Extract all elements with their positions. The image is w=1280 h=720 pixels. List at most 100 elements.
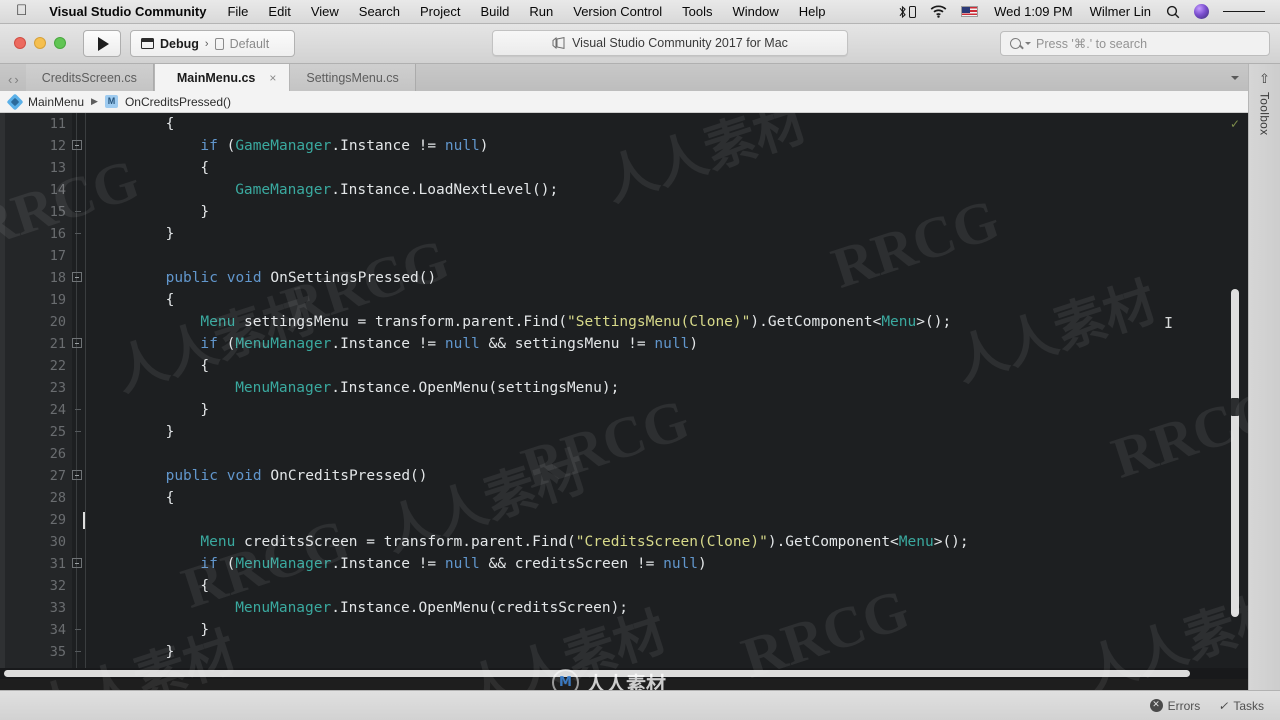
minimize-window-button[interactable] — [34, 37, 46, 49]
tab-settingsmenu[interactable]: SettingsMenu.cs — [290, 64, 416, 91]
user-name[interactable]: Wilmer Lin — [1082, 4, 1159, 19]
code-line[interactable]: 24} — [0, 399, 1248, 421]
apple-logo-icon[interactable]:  — [0, 3, 38, 18]
run-configuration-selector[interactable]: Debug › Default — [130, 30, 295, 57]
method-icon: M — [104, 95, 118, 108]
code-line[interactable]: 11 { — [0, 113, 1248, 135]
code-line[interactable]: 29 — [0, 509, 1248, 531]
code-line[interactable]: 13 { — [0, 157, 1248, 179]
menu-item-edit[interactable]: Edit — [258, 4, 300, 19]
menu-item-version-control[interactable]: Version Control — [563, 4, 672, 19]
code-line[interactable]: 31 if (MenuManager.Instance != null && cr… — [0, 553, 1248, 575]
code-line[interactable]: 21 if (MenuManager.Instance != null && se… — [0, 333, 1248, 355]
fold-toggle-icon[interactable] — [72, 470, 82, 480]
close-icon[interactable]: × — [269, 71, 276, 85]
check-icon: ✓ — [1218, 698, 1229, 713]
code-line[interactable]: 28 { — [0, 487, 1248, 509]
window-title-bar: Visual Studio Community 2017 for Mac — [492, 30, 848, 56]
scrollbar-thumb[interactable] — [4, 670, 1190, 677]
tab-label: CreditsScreen.cs — [41, 70, 137, 85]
tab-creditsscreen[interactable]: CreditsScreen.cs — [25, 64, 154, 91]
line-number: 32 — [49, 578, 66, 594]
menu-app-title[interactable]: Visual Studio Community — [38, 4, 217, 19]
fold-toggle-icon[interactable] — [72, 558, 82, 568]
menu-item-view[interactable]: View — [301, 4, 349, 19]
line-number: 28 — [49, 490, 66, 506]
siri-icon[interactable] — [1187, 4, 1216, 19]
code-text: { — [165, 292, 175, 308]
line-number: 18 — [49, 270, 66, 286]
editor-horizontal-scrollbar[interactable] — [0, 668, 1248, 679]
global-search-input[interactable]: Press '⌘.' to search — [1000, 31, 1270, 56]
run-button[interactable] — [83, 30, 121, 57]
code-text: { — [165, 490, 175, 506]
menu-item-search[interactable]: Search — [349, 4, 410, 19]
code-line[interactable]: 17 — [0, 245, 1248, 267]
toolbox-label: Toolbox — [1257, 92, 1272, 136]
code-line[interactable]: 32 { — [0, 575, 1248, 597]
menu-item-build[interactable]: Build — [470, 4, 519, 19]
nav-forward-button[interactable]: › — [14, 72, 18, 87]
close-window-button[interactable] — [14, 37, 26, 49]
fold-end-marker — [75, 409, 81, 410]
code-line[interactable]: 14 GameManager.Instance.LoadNextLevel(); — [0, 179, 1248, 201]
code-line[interactable]: 23 MenuManager.Instance.OpenMenu(settings… — [0, 377, 1248, 399]
fold-toggle-icon[interactable] — [72, 272, 82, 282]
errors-status[interactable]: ✕ Errors — [1149, 698, 1201, 713]
fold-toggle-icon[interactable] — [72, 338, 82, 348]
errors-label: Errors — [1167, 698, 1201, 713]
tabs-overflow-button[interactable] — [1222, 64, 1248, 91]
window-title-text: Visual Studio Community 2017 for Mac — [572, 36, 788, 50]
code-lines[interactable]: 11 {12 if (GameManager.Instance != null) 13… — [0, 113, 1248, 679]
code-line[interactable]: 35} — [0, 641, 1248, 663]
status-bar: ✕ Errors ✓ Tasks — [0, 690, 1280, 720]
line-number: 25 — [49, 424, 66, 440]
code-line[interactable]: 25} — [0, 421, 1248, 443]
code-line[interactable]: 12 if (GameManager.Instance != null) — [0, 135, 1248, 157]
code-text: public void OnSettingsPressed() — [165, 270, 437, 286]
code-line[interactable]: 30 Menu creditsScreen = transform.parent.… — [0, 531, 1248, 553]
maximize-window-button[interactable] — [54, 37, 66, 49]
line-number: 20 — [49, 314, 66, 330]
menu-item-tools[interactable]: Tools — [672, 4, 722, 19]
menu-item-project[interactable]: Project — [410, 4, 470, 19]
code-line[interactable]: 19 { — [0, 289, 1248, 311]
fold-toggle-icon[interactable] — [72, 140, 82, 150]
spotlight-search-icon[interactable] — [1159, 5, 1187, 19]
code-line[interactable]: 16} — [0, 223, 1248, 245]
code-text: if (MenuManager.Instance != null && cred… — [200, 556, 707, 572]
code-editor[interactable]: 11 {12 if (GameManager.Instance != null) 13… — [0, 113, 1248, 679]
pin-icon[interactable]: ⇧ — [1259, 71, 1270, 87]
code-text: } — [165, 226, 175, 242]
editor-vertical-scrollbar[interactable] — [1231, 289, 1239, 617]
breadcrumb-method[interactable]: OnCreditsPressed() — [125, 95, 231, 109]
fold-end-marker — [75, 651, 81, 652]
toolbox-panel-rail[interactable]: ⇧ Toolbox — [1248, 64, 1280, 720]
breadcrumb: MainMenu ▶ M OnCreditsPressed() — [0, 91, 1248, 113]
menu-item-run[interactable]: Run — [519, 4, 563, 19]
code-line[interactable]: 22 { — [0, 355, 1248, 377]
fold-end-marker — [75, 211, 81, 212]
control-center-icon[interactable] — [1216, 8, 1272, 15]
code-line[interactable]: 27 public void OnCreditsPressed() — [0, 465, 1248, 487]
us-flag-icon[interactable] — [954, 6, 985, 17]
wifi-icon[interactable] — [923, 5, 954, 18]
code-line[interactable]: 26 — [0, 443, 1248, 465]
breadcrumb-class[interactable]: MainMenu — [28, 95, 84, 109]
tab-mainmenu[interactable]: MainMenu.cs × — [153, 64, 291, 91]
clock[interactable]: Wed 1:09 PM — [985, 4, 1082, 19]
menu-item-window[interactable]: Window — [722, 4, 788, 19]
code-line[interactable]: 18 public void OnSettingsPressed() — [0, 267, 1248, 289]
code-text: } — [200, 622, 210, 638]
menu-item-help[interactable]: Help — [789, 4, 836, 19]
code-line[interactable]: 33 MenuManager.Instance.OpenMenu(creditsS… — [0, 597, 1248, 619]
menu-item-file[interactable]: File — [217, 4, 258, 19]
nav-back-button[interactable]: ‹ — [8, 72, 12, 87]
bluetooth-icon[interactable] — [890, 5, 923, 19]
code-line[interactable]: 20 Menu settingsMenu = transform.parent.F… — [0, 311, 1248, 333]
tasks-label: Tasks — [1233, 698, 1264, 713]
tasks-status[interactable]: ✓ Tasks — [1218, 699, 1264, 713]
code-line[interactable]: 34} — [0, 619, 1248, 641]
code-text: { — [200, 578, 210, 594]
code-line[interactable]: 15} — [0, 201, 1248, 223]
